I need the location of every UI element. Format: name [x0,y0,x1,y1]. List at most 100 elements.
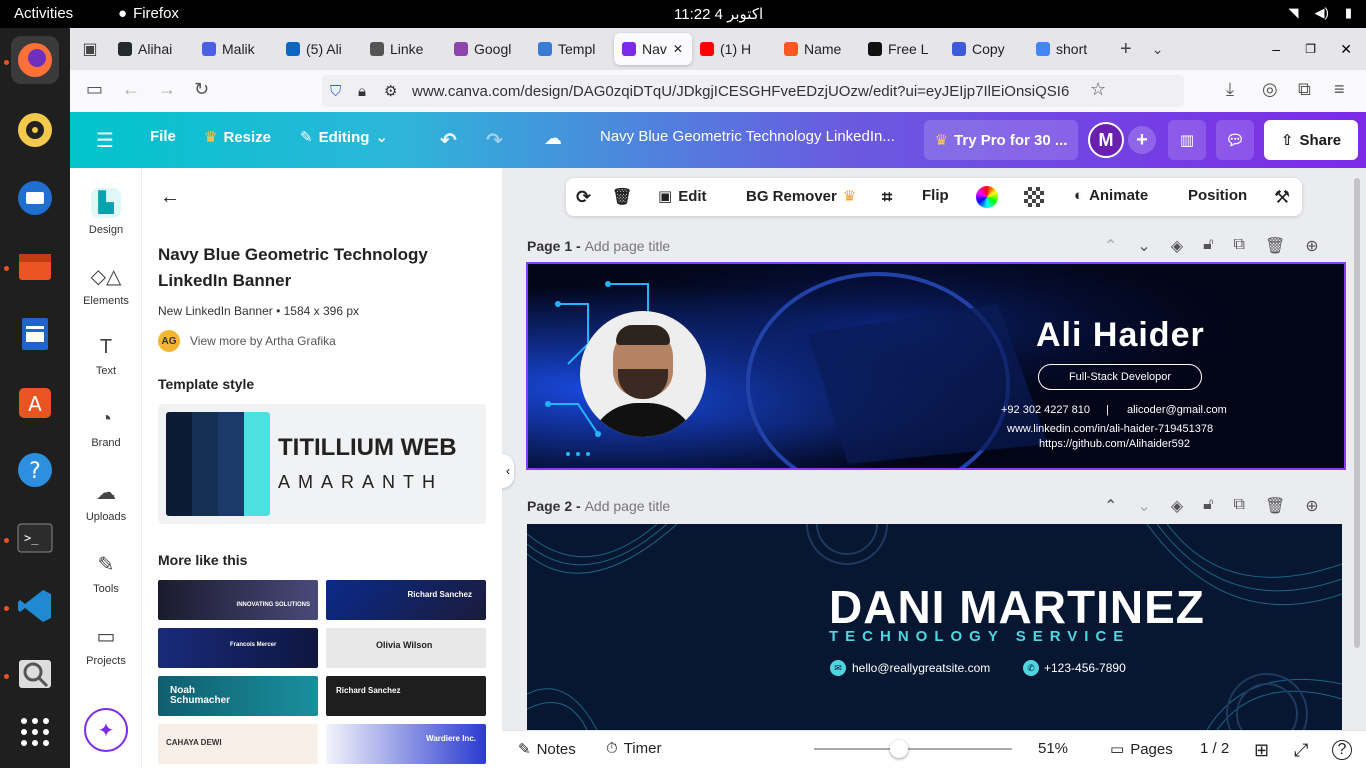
lock-icon[interactable]: 🔓︎ [1203,236,1213,256]
template-style-card[interactable]: TITILLIUM WEB AMARANTH [158,404,486,524]
vertical-scrollbar[interactable] [1354,178,1360,648]
forward-icon[interactable]: → [158,79,176,100]
help-icon[interactable]: ? [11,446,59,494]
close-window-icon[interactable]: ✕ [1340,41,1352,58]
rail-item-elements[interactable]: ◇△ Elements [70,264,142,307]
delete-page-icon[interactable]: 🗑︎ [1265,496,1285,516]
back-arrow-icon[interactable]: ← [160,186,180,209]
template-thumb[interactable]: Richard Sanchez [326,676,486,716]
image-viewer-icon[interactable] [11,650,59,698]
hide-icon[interactable]: ◈ [1171,496,1183,516]
browser-tab[interactable]: Templ [530,33,614,65]
browser-tab[interactable]: Malik [194,33,278,65]
notes-button[interactable]: ✎ Notes [518,740,576,759]
sidebar-icon[interactable]: ▭ [86,79,103,100]
reload-icon[interactable]: ↻ [194,79,209,100]
zoom-slider[interactable] [814,740,1012,758]
rail-item-uploads[interactable]: ☁ Uploads [70,480,142,523]
replace-icon[interactable]: ⟳ [576,187,591,208]
resize-button[interactable]: ♛ Resize [204,128,271,147]
account-icon[interactable]: ◎ [1262,79,1278,100]
comment-icon[interactable]: 💬︎ [1216,120,1254,160]
duplicate-icon[interactable]: ⧉ [1234,496,1245,516]
page2-name[interactable]: DANI MARTINEZ [829,580,1205,634]
edit-image-button[interactable]: ▣ Edit [658,187,707,206]
share-button[interactable]: ⇧ Share [1264,120,1358,160]
template-thumb[interactable]: INNOVATING SOLUTIONS [158,580,318,620]
firefox-icon[interactable] [11,36,59,84]
clock[interactable]: 11:22 4 اکتوبر [674,5,763,23]
banner-role[interactable]: Full-Stack Developor [1038,364,1202,390]
add-page-title[interactable]: Add page title [585,238,671,254]
template-thumb[interactable]: Richard Sanchez [326,580,486,620]
browser-tab[interactable]: Nav ✕ [614,33,692,65]
main-menu-icon[interactable]: ☰ [96,128,114,153]
banner-name[interactable]: Ali Haider [1036,316,1205,355]
browser-tab[interactable]: short [1028,33,1112,65]
add-page-icon[interactable]: ⊕ [1305,496,1318,516]
browser-tab[interactable]: Googl [446,33,530,65]
pages-button[interactable]: ▭ Pages [1110,740,1173,759]
redo-icon[interactable]: ↷ [486,128,503,153]
editing-mode-button[interactable]: ✎ Editing ⌄ [300,128,388,147]
hide-icon[interactable]: ◈ [1171,236,1183,256]
back-icon[interactable]: ← [122,79,140,100]
paint-format-icon[interactable]: ⚒ [1274,187,1290,208]
url-bar[interactable]: ⛉ 🔒︎ ⚙ www.canva.com/design/DAG0zqiDTqU/… [322,75,1184,107]
page2-title[interactable]: Page 2 - Add page title [527,498,670,514]
timer-button[interactable]: ⏱ Timer [606,740,661,757]
template-thumb[interactable]: Olivia Wilson [326,628,486,668]
zoom-slider-thumb[interactable] [890,740,909,758]
app-menu[interactable]: ● Firefox [118,5,179,22]
browser-tab[interactable]: Alihai [110,33,194,65]
app-center-icon[interactable]: A [11,378,59,426]
vscode-icon[interactable] [11,582,59,630]
rhythmbox-icon[interactable] [11,106,59,154]
animate-button[interactable]: ◐ Animate [1074,187,1148,204]
bg-remover-button[interactable]: BG Remover ♛ [746,187,856,206]
lock-icon[interactable]: 🔓︎ [1203,496,1213,516]
rail-item-design[interactable]: ▙ Design [70,188,142,236]
tab-list-chevron-icon[interactable]: ⌄ [1152,41,1164,58]
rail-item-tools[interactable]: ✎ Tools [70,552,142,595]
files-icon[interactable] [11,242,59,290]
cloud-saved-icon[interactable]: ☁ [544,128,562,149]
extensions-icon[interactable]: ⧉ [1298,79,1311,100]
page-count[interactable]: 1 / 2 [1200,740,1229,757]
position-button[interactable]: Position [1188,187,1247,204]
tab-overview-icon[interactable]: ▣ [70,39,110,59]
show-apps-icon[interactable] [11,708,59,756]
crop-icon[interactable]: ⌗ [882,187,892,208]
add-people-icon[interactable]: + [1128,126,1156,154]
system-tray[interactable]: ◥ ◀) ▮ [1289,5,1352,21]
browser-tab[interactable]: (5) Ali [278,33,362,65]
rail-item-brand[interactable]: ◔ Brand [70,408,142,449]
menu-icon[interactable]: ≡ [1334,79,1345,100]
banner-linkedin[interactable]: www.linkedin.com/in/ali-haider-719451378 [1007,423,1213,435]
activities-button[interactable]: Activities [14,5,73,22]
browser-tab[interactable]: Copy [944,33,1028,65]
banner-github[interactable]: https://github.com/Alihaider592 [1039,438,1190,450]
minimize-icon[interactable]: – [1272,41,1280,57]
downloads-icon[interactable]: ⤓ [1226,79,1234,100]
move-down-icon[interactable]: ⌄ [1137,496,1150,516]
banner-phone[interactable]: +92 302 4227 810 [1001,404,1090,416]
page2-canvas[interactable]: DANI MARTINEZ TECHNOLOGY SERVICE ✉ hello… [527,524,1342,730]
new-tab-icon[interactable]: + [1120,38,1132,61]
browser-tab[interactable]: Linke [362,33,446,65]
template-thumb[interactable]: CAHAYA DEWI [158,724,318,764]
magic-sparkle-icon[interactable]: ✦ [84,708,128,752]
collapse-panel-icon[interactable]: ‹ [502,454,514,488]
thunderbird-icon[interactable] [11,174,59,222]
close-tab-icon[interactable]: ✕ [673,42,683,56]
browser-tab[interactable]: Name [776,33,860,65]
profile-photo[interactable] [580,311,706,437]
banner-email[interactable]: alicoder@gmail.com [1127,404,1227,416]
add-page-title[interactable]: Add page title [585,498,671,514]
move-up-icon[interactable]: ⌃ [1104,496,1117,516]
document-title[interactable]: Navy Blue Geometric Technology LinkedIn.… [600,128,895,145]
bookmark-star-icon[interactable]: ☆ [1090,79,1106,100]
page2-email[interactable]: hello@reallygreatsite.com [852,661,990,675]
undo-icon[interactable]: ↶ [440,128,457,153]
terminal-icon[interactable]: >_ [11,514,59,562]
